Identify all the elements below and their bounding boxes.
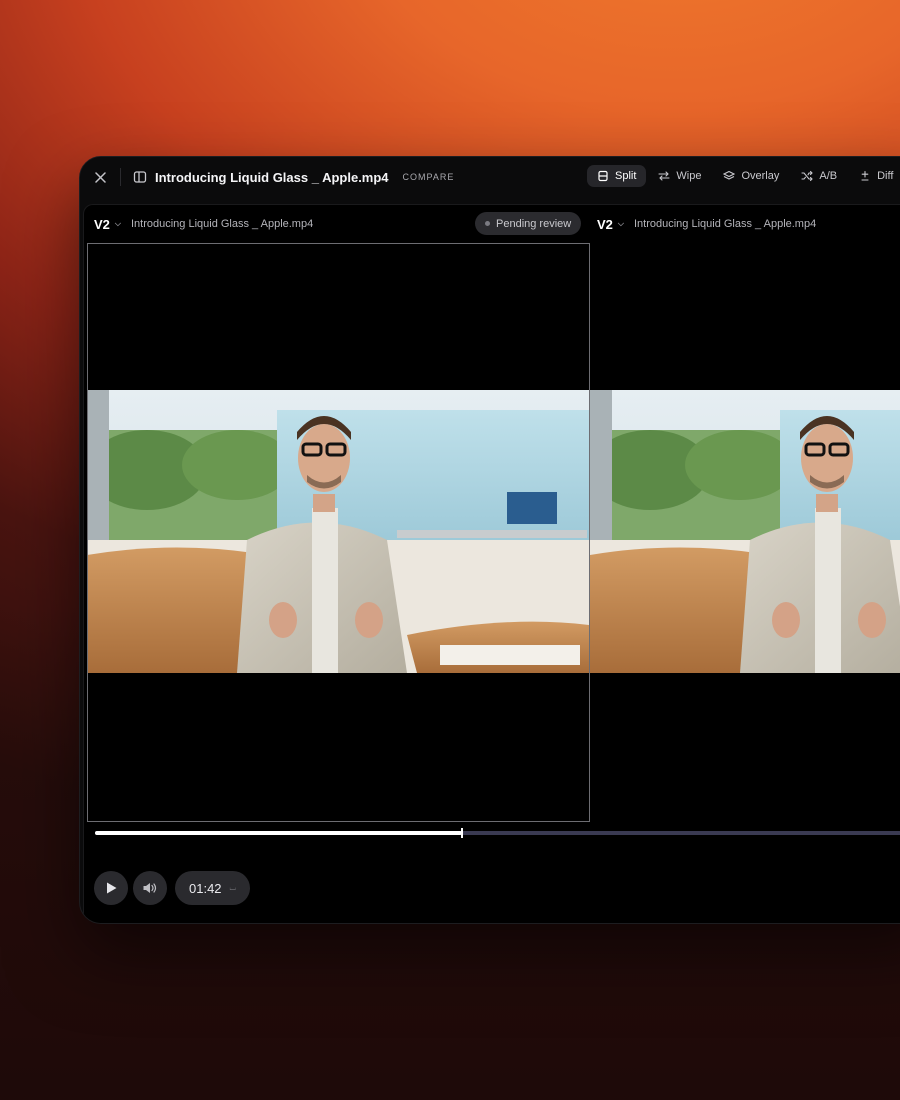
- left-pane-header: V2 ⌵ Introducing Liquid Glass _ Apple.mp…: [94, 205, 313, 243]
- layers-icon: [723, 170, 736, 180]
- status-label: Pending review: [496, 217, 572, 230]
- mode-label: Split: [615, 170, 637, 182]
- mode-split-button[interactable]: Split: [587, 165, 647, 187]
- current-time: 01:42: [189, 880, 222, 896]
- video-still: [590, 390, 900, 673]
- close-icon: [94, 171, 106, 183]
- split-icon: [598, 170, 608, 182]
- sidebar-panel-icon[interactable]: [133, 170, 147, 184]
- progress-fill: [95, 831, 463, 835]
- right-video-frame[interactable]: [590, 390, 900, 673]
- left-version-selector[interactable]: V2 ⌵: [94, 217, 121, 232]
- mode-label: A/B: [819, 170, 838, 182]
- chevron-up-icon: ⌴: [229, 883, 236, 892]
- speaker-icon: [143, 883, 157, 893]
- compare-window: Introducing Liquid Glass _ Apple.mp4 COM…: [79, 156, 900, 924]
- wipe-arrows-icon: [658, 171, 670, 181]
- mode-diff-button[interactable]: Diff: [849, 165, 900, 187]
- shuffle-icon: [801, 170, 814, 182]
- plus-minus-icon: [861, 170, 869, 181]
- left-pane-selection-frame: [87, 243, 590, 822]
- version-label: V2: [597, 216, 613, 232]
- volume-button[interactable]: [133, 871, 167, 905]
- mode-label: Wipe: [676, 170, 702, 182]
- compare-mode-toolbar: Split Wipe Overlay A/B Diff: [587, 165, 900, 187]
- mode-label: Diff: [877, 170, 894, 182]
- play-icon: [107, 882, 117, 894]
- play-button[interactable]: [94, 871, 128, 905]
- file-title: Introducing Liquid Glass _ Apple.mp4: [155, 169, 389, 185]
- right-pane-file-name: Introducing Liquid Glass _ Apple.mp4: [633, 218, 817, 230]
- timecode-dropdown[interactable]: 01:42 ⌴: [175, 871, 250, 905]
- close-button[interactable]: [80, 157, 120, 197]
- mode-wipe-button[interactable]: Wipe: [648, 165, 711, 187]
- mode-overlay-button[interactable]: Overlay: [713, 165, 789, 187]
- compare-panel-area: V2 ⌵ Introducing Liquid Glass _ Apple.mp…: [83, 204, 900, 923]
- mode-ab-button[interactable]: A/B: [791, 165, 847, 187]
- chevron-down-icon: ⌵: [617, 219, 624, 228]
- progress-scrubber-handle[interactable]: [461, 828, 464, 838]
- right-version-selector[interactable]: V2 ⌵: [597, 217, 624, 232]
- mode-label: Overlay: [741, 170, 780, 182]
- chevron-down-icon: ⌵: [114, 219, 121, 228]
- version-label: V2: [94, 216, 110, 232]
- title-divider: [120, 168, 121, 186]
- compare-badge: COMPARE: [402, 172, 455, 182]
- left-pane-file-name: Introducing Liquid Glass _ Apple.mp4: [130, 218, 314, 230]
- title-bar: Introducing Liquid Glass _ Apple.mp4 COM…: [80, 157, 900, 197]
- playback-controls: 01:42 ⌴: [94, 871, 250, 905]
- right-pane-header: V2 ⌵ Introducing Liquid Glass _ Apple.mp…: [597, 205, 816, 243]
- status-dot-icon: [485, 221, 490, 226]
- playback-progress-bar[interactable]: [95, 828, 900, 838]
- status-badge[interactable]: Pending review: [475, 212, 582, 235]
